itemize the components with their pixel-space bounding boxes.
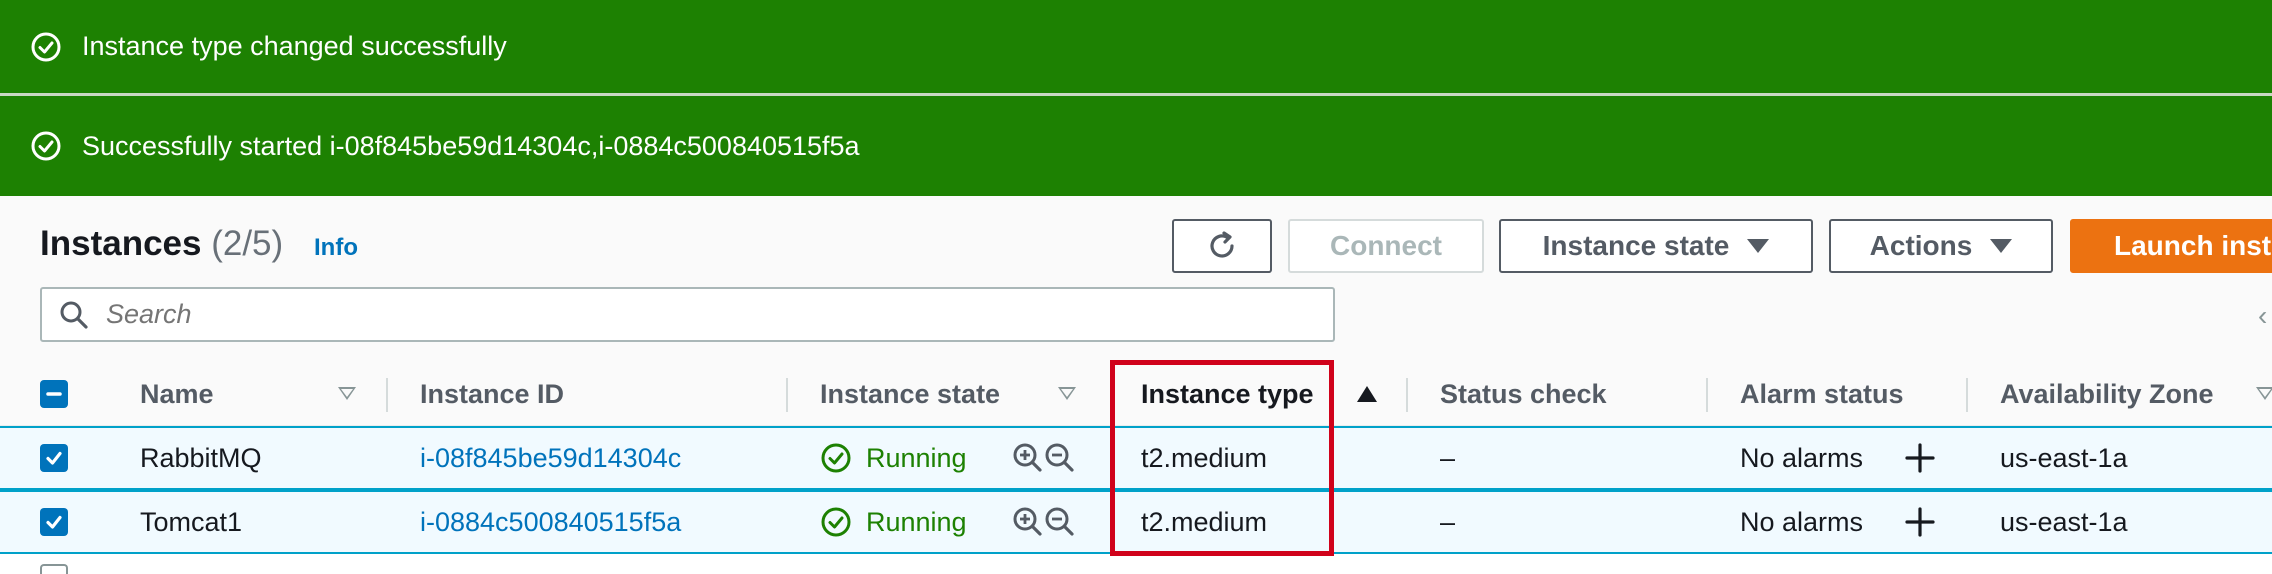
row-checkbox[interactable] <box>40 508 68 536</box>
column-divider[interactable] <box>1706 378 1708 412</box>
cell-instance-id-link[interactable]: i-08f845be59d14304c <box>420 428 681 488</box>
cell-alarm-status: No alarms <box>1740 442 1864 473</box>
instance-state-label: Instance state <box>1542 230 1730 261</box>
plus-icon[interactable] <box>1904 506 1936 538</box>
caret-down-icon <box>1990 239 2013 253</box>
column-divider[interactable] <box>1966 378 1968 412</box>
connect-button[interactable]: Connect <box>1288 219 1484 273</box>
sort-down-icon[interactable] <box>1058 387 1076 400</box>
check-circle-icon <box>821 443 851 473</box>
column-header-status-check[interactable]: Status check <box>1440 362 1607 426</box>
flash-message: Instance type changed successfully <box>82 31 507 61</box>
zoom-out-icon[interactable] <box>1044 442 1076 474</box>
launch-label: Launch insta <box>2114 230 2272 261</box>
select-all-checkbox[interactable] <box>40 380 68 408</box>
check-icon <box>46 451 62 465</box>
info-link[interactable]: Info <box>314 234 358 262</box>
cell-availability-zone: us-east-1a <box>2000 442 2128 473</box>
column-header-alarm-status[interactable]: Alarm status <box>1740 362 1904 426</box>
cell-alarm-status: No alarms <box>1740 506 1864 537</box>
check-circle-icon <box>31 131 61 161</box>
table-row[interactable]: RabbitMQ i-08f845be59d14304c Running t2.… <box>0 426 2272 490</box>
cell-name: RabbitMQ <box>140 442 262 473</box>
zoom-in-icon[interactable] <box>1012 506 1044 538</box>
cell-instance-state: Running <box>820 428 967 488</box>
plus-icon[interactable] <box>1904 442 1936 474</box>
chevron-left-icon[interactable]: ‹ <box>2258 300 2267 332</box>
state-label: Running <box>866 506 967 537</box>
column-header-instance-state[interactable]: Instance state <box>820 362 1000 426</box>
page-title: Instances (2/5) <box>40 224 283 264</box>
cell-instance-state: Running <box>820 492 967 552</box>
instance-state-dropdown[interactable]: Instance state <box>1499 219 1813 273</box>
column-header-instance-id[interactable]: Instance ID <box>420 362 564 426</box>
caret-down-icon <box>1747 239 1770 253</box>
refresh-icon <box>1210 231 1234 258</box>
cell-availability-zone: us-east-1a <box>2000 506 2128 537</box>
cell-instance-id-link[interactable]: i-0884c500840515f5a <box>420 492 681 552</box>
page-title-text: Instances <box>40 224 202 263</box>
actions-dropdown[interactable]: Actions <box>1829 219 2053 273</box>
column-divider[interactable] <box>786 378 788 412</box>
zoom-out-icon[interactable] <box>1044 506 1076 538</box>
row-checkbox[interactable] <box>40 444 68 472</box>
search-bar <box>40 287 1335 342</box>
check-icon <box>46 515 62 529</box>
flash-message: Successfully started i-08f845be59d14304c… <box>82 130 860 161</box>
search-icon <box>60 301 88 329</box>
cell-status-check: – <box>1440 442 1456 473</box>
cell-name: Tomcat1 <box>140 506 243 537</box>
state-label: Running <box>866 442 967 473</box>
cell-status-check: – <box>1440 506 1456 537</box>
table-row[interactable] <box>0 554 2272 574</box>
flash-success-banner: Successfully started i-08f845be59d14304c… <box>0 96 2272 196</box>
check-circle-icon <box>821 507 851 537</box>
cell-instance-type: t2.medium <box>1141 506 1268 537</box>
sort-down-icon[interactable] <box>338 387 356 400</box>
table-header: Name Instance ID Instance state Instance… <box>0 362 2272 426</box>
check-circle-icon <box>31 32 61 61</box>
cell-instance-type: t2.medium <box>1141 442 1268 473</box>
refresh-button[interactable] <box>1172 219 1272 273</box>
sort-down-icon[interactable] <box>2256 387 2272 400</box>
row-checkbox[interactable] <box>40 564 68 574</box>
table-row[interactable]: Tomcat1 i-0884c500840515f5a Running t2.m… <box>0 490 2272 554</box>
instance-count: (2/5) <box>211 224 284 263</box>
column-header-availability-zone[interactable]: Availability Zone <box>2000 362 2214 426</box>
zoom-in-icon[interactable] <box>1012 442 1044 474</box>
column-divider[interactable] <box>1406 378 1408 412</box>
connect-label: Connect <box>1330 230 1442 261</box>
sort-up-icon[interactable] <box>1357 386 1377 402</box>
column-header-instance-type[interactable]: Instance type <box>1141 362 1314 426</box>
column-divider[interactable] <box>386 378 388 412</box>
minus-icon <box>46 392 62 396</box>
column-header-name[interactable]: Name <box>140 362 214 426</box>
actions-label: Actions <box>1869 230 1973 261</box>
search-input[interactable] <box>106 299 1286 330</box>
flash-success-banner: Instance type changed successfully <box>0 0 2272 93</box>
launch-instances-button[interactable]: Launch insta <box>2070 219 2272 273</box>
